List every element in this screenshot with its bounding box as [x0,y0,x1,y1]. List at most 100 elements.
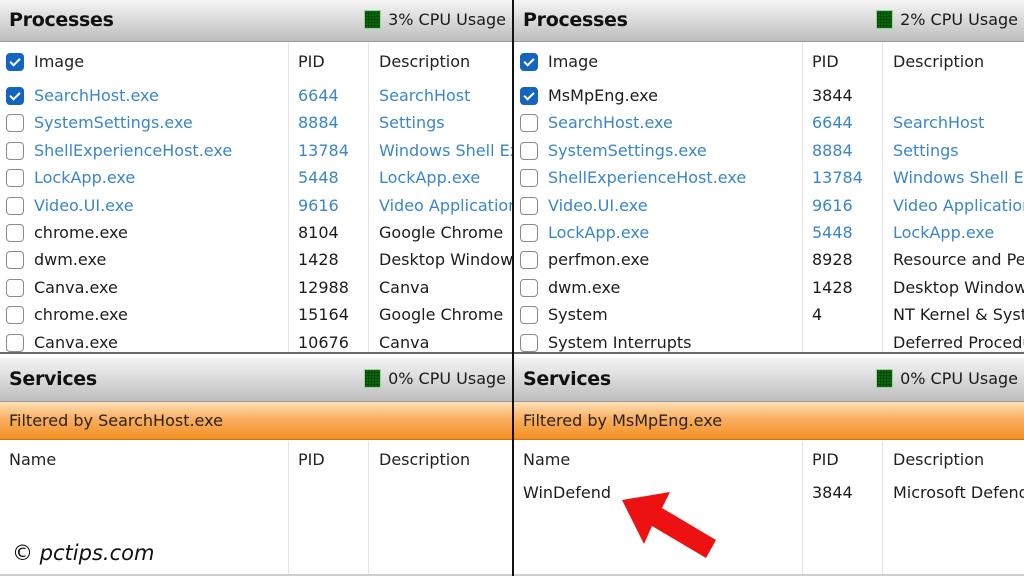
column-header-image[interactable]: Image [548,52,798,71]
process-checkbox[interactable] [6,196,24,215]
process-checkbox[interactable] [6,251,24,270]
process-checkbox[interactable] [6,141,24,160]
process-image: Video.UI.exe [34,195,134,215]
column-header-name[interactable]: Name [523,450,773,469]
process-description: Deferred Procedure Calls [893,332,1024,352]
process-checkbox[interactable] [6,114,24,133]
services-cpu-usage: 0% CPU Usage [876,369,1018,388]
process-image: chrome.exe [34,305,128,325]
process-row[interactable]: SearchHost.exe 6644 SearchHost [0,83,512,110]
column-header-description[interactable]: Description [893,450,1024,469]
column-header-pid[interactable]: PID [812,450,882,469]
process-checkbox[interactable] [520,251,538,270]
services-title: Services [523,368,611,390]
services-section-header[interactable]: Services 0% CPU Usage [0,358,512,402]
process-checkbox[interactable] [520,169,538,188]
process-image: MsMpEng.exe [548,86,658,105]
process-checkbox[interactable] [520,306,538,325]
services-header-row: Name PID Description [0,447,512,474]
process-description: Desktop Window Manager [379,250,512,270]
process-checkbox[interactable] [6,87,24,105]
process-checkbox[interactable] [520,141,538,160]
process-checkbox[interactable] [520,114,538,133]
process-checkbox[interactable] [6,278,24,297]
process-row[interactable]: dwm.exe 1428 Desktop Window Manager [514,275,1024,302]
watermark: © pctips.com [12,541,155,565]
process-pid: 8104 [298,223,339,242]
process-pid: 6644 [298,86,339,105]
process-checkbox[interactable] [6,224,24,242]
process-pid: 12988 [298,277,349,297]
process-row[interactable]: Video.UI.exe 9616 Video Application [0,193,512,220]
processes-title: Processes [523,9,628,31]
process-description: Canva [379,332,430,352]
services-section-header[interactable]: Services 0% CPU Usage [514,358,1024,402]
column-header-pid[interactable]: PID [298,450,368,469]
process-checkbox[interactable] [520,224,538,242]
process-row[interactable]: perfmon.exe 8928 Resource and Performanc… [514,247,1024,274]
column-header-pid[interactable]: PID [298,52,368,71]
cpu-meter-icon [876,10,894,29]
process-checkbox[interactable] [520,196,538,215]
process-pid: 6644 [812,113,853,133]
process-description: SearchHost [379,86,471,105]
column-header-pid[interactable]: PID [812,52,882,71]
service-row[interactable]: WinDefend 3844 Microsoft Defender Antivi… [514,480,1024,507]
process-row[interactable]: System 4 NT Kernel & System [514,302,1024,329]
select-all-checkbox[interactable] [520,53,538,71]
process-pid: 13784 [298,140,349,160]
process-description: Google Chrome [379,305,504,325]
processes-section-header[interactable]: Processes 2% CPU Usage [514,0,1024,42]
process-pid: 8884 [812,140,853,160]
process-image: ShellExperienceHost.exe [548,168,747,188]
process-row[interactable]: Video.UI.exe 9616 Video Application [514,193,1024,220]
process-checkbox[interactable] [6,306,24,325]
filter-text: Filtered by MsMpEng.exe [523,411,723,430]
process-description: LockApp.exe [379,168,481,188]
process-row[interactable]: SystemSettings.exe 8884 Settings [0,110,512,137]
process-row[interactable]: SearchHost.exe 6644 SearchHost [514,110,1024,137]
process-description: Settings [893,140,959,160]
column-header-description[interactable]: Description [893,52,1024,71]
process-image: System Interrupts [548,332,692,352]
process-row[interactable]: LockApp.exe 5448 LockApp.exe [514,220,1024,247]
process-image: chrome.exe [34,223,128,242]
process-row[interactable]: ShellExperienceHost.exe 13784 Windows Sh… [0,138,512,165]
processes-section-header[interactable]: Processes 3% CPU Usage [0,0,512,42]
red-arrow-annotation [622,492,716,558]
process-pid: 9616 [812,195,853,215]
process-checkbox[interactable] [6,169,24,188]
process-row[interactable]: LockApp.exe 5448 LockApp.exe [0,165,512,192]
column-header-image[interactable]: Image [34,52,284,71]
process-checkbox[interactable] [6,333,24,352]
column-header-description[interactable]: Description [379,52,512,71]
services-header-row: Name PID Description [514,447,1024,474]
select-all-checkbox[interactable] [6,53,24,71]
process-row[interactable]: SystemSettings.exe 8884 Settings [514,138,1024,165]
process-row[interactable]: chrome.exe 8104 Google Chrome [0,220,512,247]
process-row[interactable]: chrome.exe 15164 Google Chrome [0,302,512,329]
process-checkbox[interactable] [520,87,538,105]
process-row[interactable]: MsMpEng.exe 3844 [514,83,1024,110]
pane-splitter[interactable] [0,352,512,354]
column-header-description[interactable]: Description [379,450,512,469]
process-row[interactable]: dwm.exe 1428 Desktop Window Manager [0,247,512,274]
process-row[interactable]: ShellExperienceHost.exe 13784 Windows Sh… [514,165,1024,192]
process-row[interactable]: Canva.exe 12988 Canva [0,275,512,302]
filter-text: Filtered by SearchHost.exe [9,411,223,430]
cpu-meter-icon [364,369,382,388]
process-image: LockApp.exe [548,223,650,242]
process-image: Video.UI.exe [548,195,648,215]
column-header-name[interactable]: Name [9,450,259,469]
services-cpu-usage: 0% CPU Usage [364,369,506,388]
processes-table: Image PID Description MsMpEng.exe 3844 S… [514,43,1024,353]
process-checkbox[interactable] [520,278,538,297]
process-description: Video Application [379,195,512,215]
service-pid: 3844 [812,483,853,502]
process-description: Desktop Window Manager [893,277,1024,297]
process-pid: 1428 [812,277,853,297]
pane-splitter[interactable] [514,352,1024,354]
process-checkbox[interactable] [520,333,538,352]
process-pid: 5448 [298,168,339,188]
process-pid: 8884 [298,113,339,133]
